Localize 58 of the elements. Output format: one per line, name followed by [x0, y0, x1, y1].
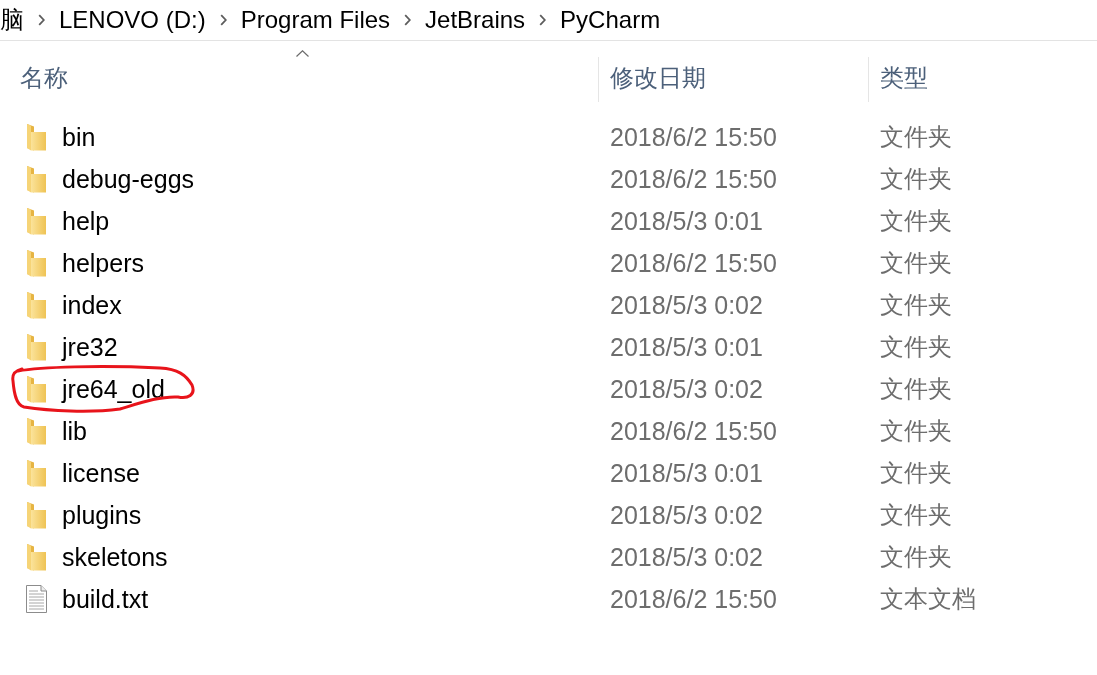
text-file-icon — [26, 585, 47, 613]
file-name[interactable]: plugins — [62, 499, 142, 531]
column-header[interactable]: 名称 — [0, 41, 598, 98]
file-type: 文件夹 — [880, 332, 952, 362]
folder-icon — [26, 165, 47, 193]
file-name[interactable]: license — [62, 457, 140, 489]
modified-date: 2018/5/3 0:02 — [610, 290, 763, 321]
file-name[interactable]: jre32 — [62, 331, 118, 363]
chevron-right-icon[interactable] — [219, 14, 227, 26]
breadcrumb-item[interactable]: JetBrains — [425, 5, 526, 35]
chevron-right-icon[interactable] — [404, 14, 412, 26]
folder-icon — [26, 543, 47, 571]
file-name[interactable]: bin — [62, 121, 96, 153]
modified-date: 2018/6/2 15:50 — [610, 164, 777, 195]
file-type: 文件夹 — [880, 458, 952, 488]
file-name[interactable]: build.txt — [62, 583, 149, 615]
file-name[interactable]: jre64_old — [62, 373, 165, 405]
file-name[interactable]: lib — [62, 415, 87, 447]
file-name[interactable]: index — [62, 289, 122, 321]
modified-date: 2018/6/2 15:50 — [610, 416, 777, 447]
file-name[interactable]: help — [62, 205, 110, 237]
file-type: 文件夹 — [880, 122, 952, 152]
file-type: 文件夹 — [880, 248, 952, 278]
folder-icon — [26, 249, 47, 277]
file-type: 文件夹 — [880, 206, 952, 236]
folder-icon — [26, 501, 47, 529]
file-type: 文件夹 — [880, 164, 952, 194]
file-type: 文件夹 — [880, 416, 952, 446]
modified-date: 2018/6/2 15:50 — [610, 584, 777, 615]
modified-date: 2018/6/2 15:50 — [610, 248, 777, 279]
folder-icon — [26, 207, 47, 235]
modified-date: 2018/5/3 0:01 — [610, 458, 763, 489]
breadcrumb-item[interactable]: LENOVO (D:) — [59, 5, 206, 35]
modified-date: 2018/5/3 0:02 — [610, 500, 763, 531]
modified-date: 2018/5/3 0:02 — [610, 542, 763, 573]
chevron-right-icon[interactable] — [38, 14, 45, 26]
modified-date: 2018/6/2 15:50 — [610, 122, 777, 153]
file-type: 文本文档 — [880, 584, 976, 614]
folder-icon — [26, 375, 47, 403]
folder-icon — [26, 333, 47, 361]
folder-icon — [26, 459, 47, 487]
modified-date: 2018/5/3 0:01 — [610, 332, 763, 363]
file-type: 文件夹 — [880, 374, 952, 404]
file-type: 文件夹 — [880, 500, 952, 530]
chevron-right-icon[interactable] — [539, 14, 547, 26]
file-name[interactable]: debug-eggs — [62, 163, 195, 195]
file-name[interactable]: skeletons — [62, 541, 168, 573]
folder-icon — [26, 123, 47, 151]
folder-icon — [26, 417, 47, 445]
breadcrumb-item[interactable]: 脑 — [0, 5, 24, 35]
breadcrumb-item[interactable]: PyCharm — [560, 5, 661, 35]
modified-date: 2018/5/3 0:01 — [610, 206, 763, 237]
folder-icon — [26, 291, 47, 319]
modified-date: 2018/5/3 0:02 — [610, 374, 763, 405]
breadcrumb-item[interactable]: Program Files — [240, 5, 391, 35]
file-type: 文件夹 — [880, 542, 952, 572]
file-type: 文件夹 — [880, 290, 952, 320]
file-name[interactable]: helpers — [62, 247, 144, 279]
